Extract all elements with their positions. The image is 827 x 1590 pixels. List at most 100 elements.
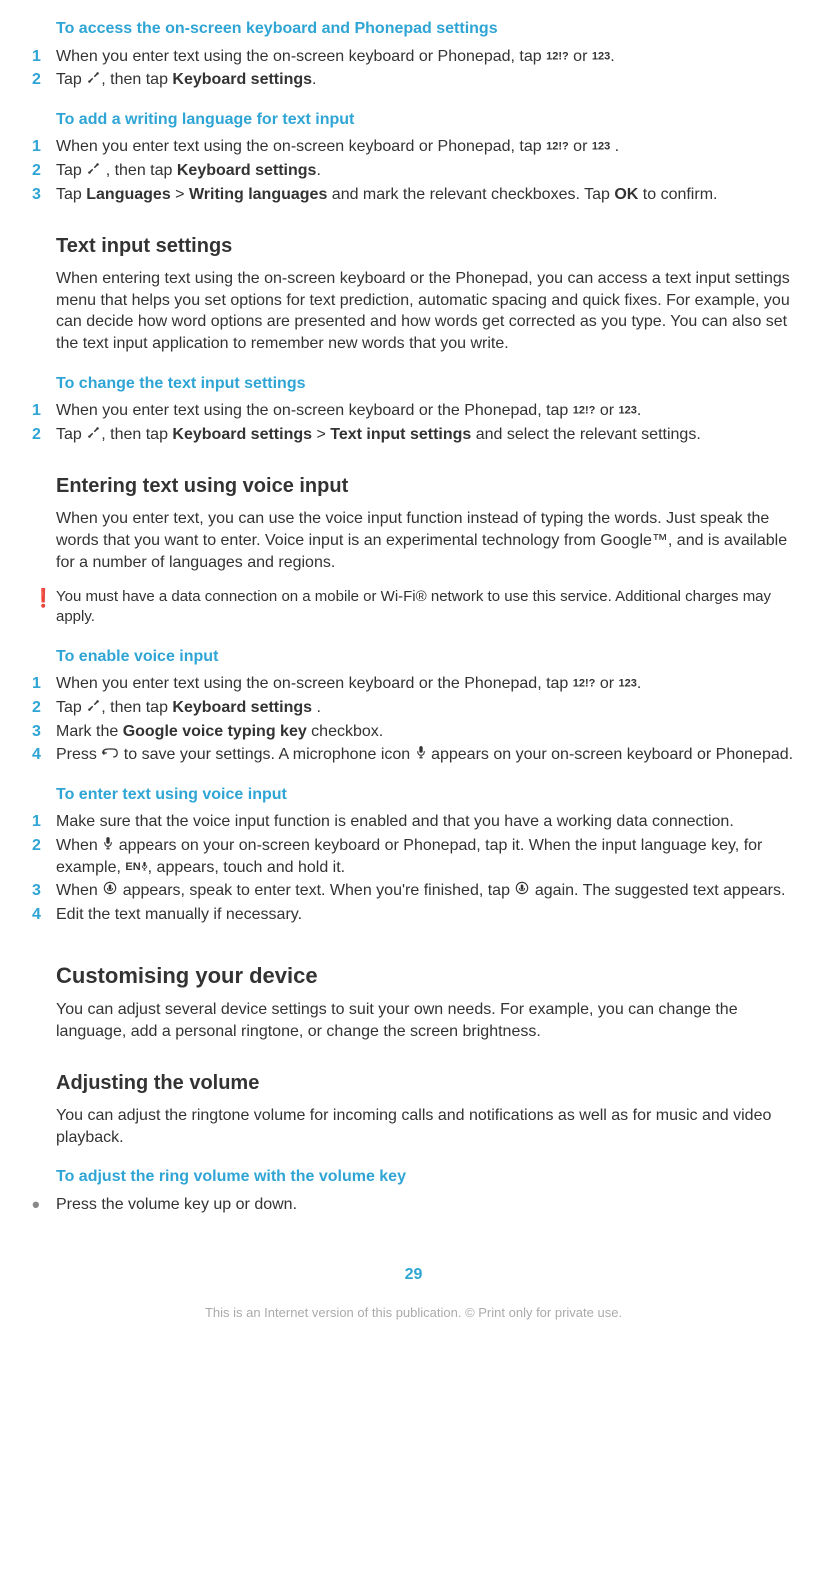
text-fragment: , appears, touch and hold it. (148, 859, 345, 876)
tools-icon (87, 69, 100, 91)
text-fragment: to save your settings. A microphone icon (119, 746, 414, 763)
task-title: To access the on-screen keyboard and Pho… (56, 18, 795, 40)
voice-record-icon (515, 880, 529, 902)
key-12-icon: 12!? (573, 405, 596, 417)
text-fragment: or (569, 48, 592, 65)
step-number: 4 (32, 744, 56, 766)
text-fragment: to confirm. (638, 186, 717, 203)
tools-icon (87, 160, 100, 182)
step-text: When you enter text using the on-screen … (56, 46, 795, 68)
footer-text: This is an Internet version of this publ… (32, 1304, 795, 1322)
section-body: When entering text using the on-screen k… (56, 268, 795, 354)
text-fragment: checkbox. (307, 723, 383, 740)
text-fragment: . (610, 138, 619, 155)
text-fragment: , then tap (101, 426, 172, 443)
bold-term: OK (614, 186, 638, 203)
step-row: 3 When appears, speak to enter text. Whe… (32, 880, 795, 902)
back-icon (102, 744, 118, 766)
voice-record-icon (103, 880, 117, 902)
section-body: You can adjust several device settings t… (56, 999, 795, 1042)
note-row: ❗ You must have a data connection on a m… (32, 587, 795, 628)
step-text: Press to save your settings. A microphon… (56, 744, 795, 766)
key-123-icon: 123 (592, 50, 610, 62)
text-fragment: and select the relevant settings. (471, 426, 700, 443)
task-title: To enable voice input (56, 646, 795, 668)
step-row: 4 Press to save your settings. A microph… (32, 744, 795, 766)
step-row: 2 Tap , then tap Keyboard settings. (32, 160, 795, 182)
step-row: 1 When you enter text using the on-scree… (32, 400, 795, 422)
step-number: 2 (32, 160, 56, 182)
step-text: When you enter text using the on-screen … (56, 136, 795, 158)
step-row: 2 When appears on your on-screen keyboar… (32, 835, 795, 878)
step-text: Tap , then tap Keyboard settings > Text … (56, 424, 795, 446)
microphone-icon (103, 835, 113, 857)
step-row: 1 When you enter text using the on-scree… (32, 136, 795, 158)
step-text: When appears on your on-screen keyboard … (56, 835, 795, 878)
step-number: 1 (32, 400, 56, 422)
step-text: When appears, speak to enter text. When … (56, 880, 795, 902)
key-123-icon: 123 (619, 405, 637, 417)
step-row: 2 Tap , then tap Keyboard settings > Tex… (32, 424, 795, 446)
text-fragment: When you enter text using the on-screen … (56, 675, 573, 692)
text-fragment: > (312, 426, 330, 443)
step-text: Tap , then tap Keyboard settings . (56, 697, 795, 719)
text-fragment: When (56, 837, 102, 854)
step-row: 3 Tap Languages > Writing languages and … (32, 184, 795, 206)
bold-term: Keyboard settings (172, 699, 312, 716)
step-number: 1 (32, 673, 56, 695)
task-title: To change the text input settings (56, 373, 795, 395)
text-fragment: appears on your on-screen keyboard or Ph… (427, 746, 793, 763)
step-number: 4 (32, 904, 56, 926)
step-row: 3 Mark the Google voice typing key check… (32, 721, 795, 743)
text-fragment: When you enter text using the on-screen … (56, 48, 546, 65)
step-row: 1 When you enter text using the on-scree… (32, 673, 795, 695)
step-number: 1 (32, 811, 56, 833)
bold-term: Keyboard settings (172, 426, 312, 443)
bold-term: Google voice typing key (123, 723, 307, 740)
section-heading: Adjusting the volume (56, 1070, 795, 1097)
step-row: 1 Make sure that the voice input functio… (32, 811, 795, 833)
step-text: When you enter text using the on-screen … (56, 400, 795, 422)
task-title: To enter text using voice input (56, 784, 795, 806)
key-12-icon: 12!? (573, 678, 596, 690)
step-number: 3 (32, 721, 56, 743)
text-fragment: and mark the relevant checkboxes. Tap (327, 186, 614, 203)
text-fragment: , then tap (101, 71, 172, 88)
key-12-icon: 12!? (546, 141, 569, 153)
text-fragment: . (316, 162, 320, 179)
text-fragment: Tap (56, 162, 86, 179)
tools-icon (87, 697, 100, 719)
step-text: Edit the text manually if necessary. (56, 904, 795, 926)
step-text: Tap , then tap Keyboard settings. (56, 69, 795, 91)
step-text: When you enter text using the on-screen … (56, 673, 795, 695)
text-fragment: or (569, 138, 592, 155)
key-12-icon: 12!? (546, 50, 569, 62)
microphone-icon (416, 744, 426, 766)
page-number: 29 (32, 1264, 795, 1286)
step-text: Make sure that the voice input function … (56, 811, 795, 833)
bold-term: Text input settings (330, 426, 471, 443)
text-fragment: . (312, 71, 316, 88)
step-number: 2 (32, 69, 56, 91)
text-fragment: Tap (56, 71, 86, 88)
bold-term: Writing languages (189, 186, 327, 203)
step-text: Mark the Google voice typing key checkbo… (56, 721, 795, 743)
lang-en-icon: EN (125, 861, 147, 873)
text-fragment: Tap (56, 699, 86, 716)
text-fragment: . (637, 675, 641, 692)
task-title: To adjust the ring volume with the volum… (56, 1166, 795, 1188)
text-fragment: again. The suggested text appears. (530, 882, 785, 899)
step-row: 2 Tap , then tap Keyboard settings . (32, 697, 795, 719)
text-fragment: When you enter text using the on-screen … (56, 402, 573, 419)
section-heading: Customising your device (56, 961, 795, 991)
key-123-icon: 123 (619, 678, 637, 690)
text-fragment: , then tap (101, 699, 172, 716)
section-body: You can adjust the ringtone volume for i… (56, 1105, 795, 1148)
key-123-icon: 123 (592, 141, 610, 153)
text-fragment: > (171, 186, 189, 203)
warning-icon: ❗ (32, 587, 56, 607)
step-text: Tap , then tap Keyboard settings. (56, 160, 795, 182)
note-text: You must have a data connection on a mob… (56, 587, 795, 628)
step-number: 1 (32, 136, 56, 158)
bold-term: Keyboard settings (177, 162, 317, 179)
